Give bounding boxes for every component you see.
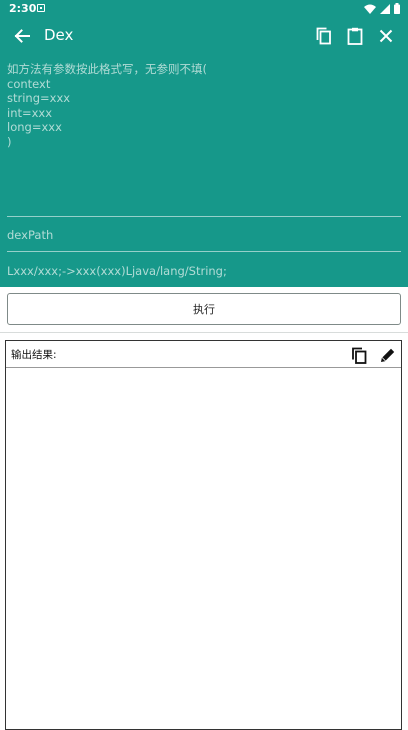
output-panel: 输出结果: — [5, 340, 402, 730]
status-bar: 2:30 — [0, 0, 408, 18]
output-text[interactable] — [6, 368, 401, 729]
notification-icon — [37, 4, 45, 12]
close-icon — [379, 29, 393, 43]
pencil-icon — [381, 348, 395, 362]
wifi-icon — [364, 4, 376, 14]
copy-button[interactable] — [310, 22, 338, 50]
signal-icon — [380, 3, 390, 14]
copy-icon — [351, 347, 366, 364]
method-signature-input[interactable]: Lxxx/xxx;->xxx(xxx)Ljava/lang/String; — [7, 260, 401, 284]
page-title: Dex — [44, 26, 74, 44]
output-edit-button[interactable] — [376, 343, 400, 367]
app-bar: Dex — [0, 18, 408, 54]
status-time: 2:30 — [9, 2, 37, 15]
output-header: 输出结果: — [6, 341, 401, 368]
copy-icon — [316, 27, 331, 45]
params-input[interactable]: 如方法有参数按此格式写，无参则不填( context string=xxx in… — [7, 62, 401, 217]
paste-button[interactable] — [341, 22, 369, 50]
dexpath-input[interactable]: dexPath — [7, 224, 401, 252]
divider — [0, 332, 408, 333]
close-button[interactable] — [372, 22, 400, 50]
back-arrow-icon — [14, 29, 30, 43]
output-label: 输出结果: — [11, 349, 57, 361]
output-copy-button[interactable] — [347, 343, 371, 367]
back-button[interactable] — [8, 22, 36, 50]
status-icons — [364, 3, 400, 14]
input-panel: 2:30 Dex 如方法有参数按此格式写，无参则不填(context stri… — [0, 0, 408, 287]
clipboard-icon — [347, 27, 363, 45]
battery-icon — [394, 3, 400, 14]
execute-button[interactable]: 执行 — [7, 293, 401, 325]
